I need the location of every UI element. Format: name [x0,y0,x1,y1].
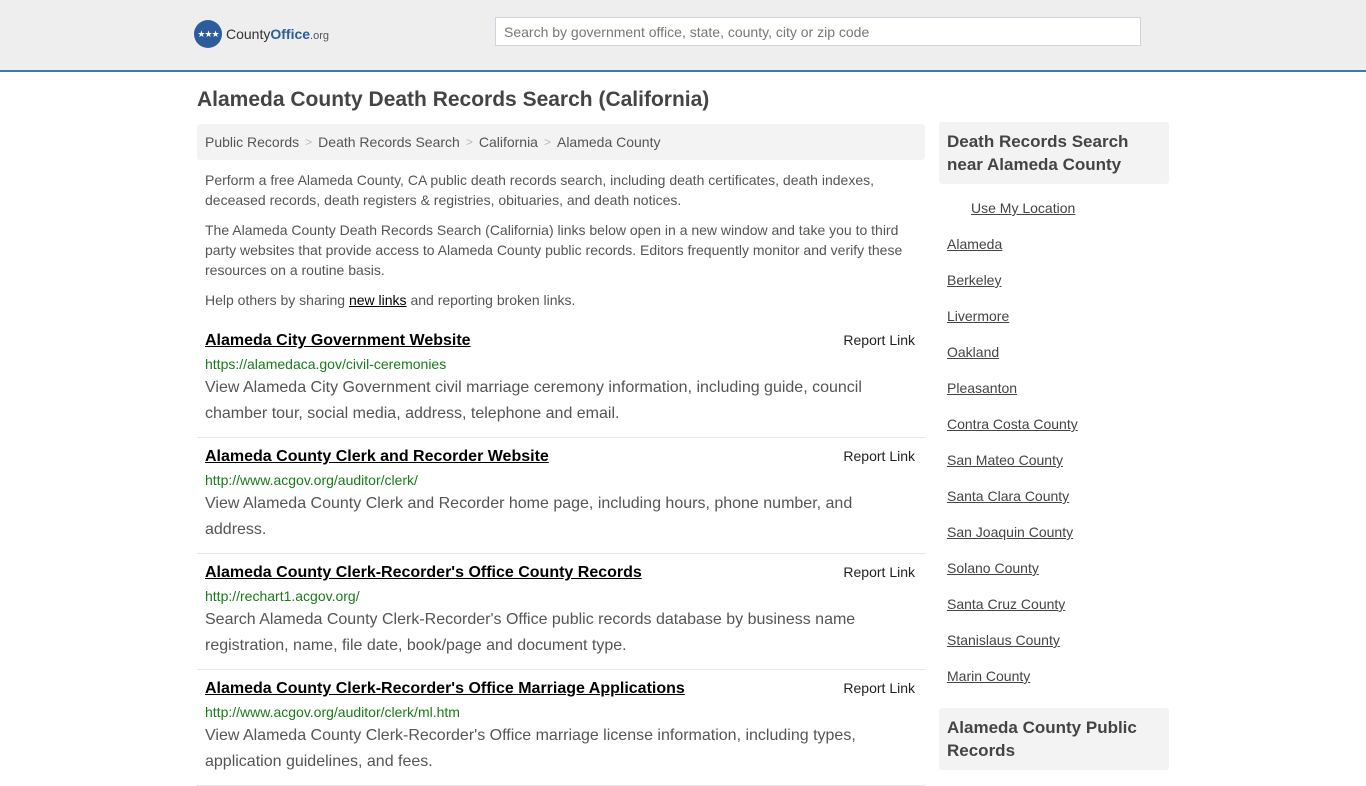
nearby-link[interactable]: Berkeley [947,272,1161,308]
breadcrumb-public-records[interactable]: Public Records [205,134,299,150]
logo-text: CountyOffice.org [226,26,330,42]
nearby-link[interactable]: San Mateo County [947,452,1161,488]
nearby-list: Use My Location Alameda Berkeley Livermo… [939,184,1169,704]
use-my-location-link[interactable]: Use My Location [947,200,1161,236]
sidebar-heading: Death Records Search near Alameda County [939,122,1169,184]
nearby-link[interactable]: Pleasanton [947,380,1161,416]
intro-paragraph: Perform a free Alameda County, CA public… [205,172,874,208]
sidebar-heading-public-records: Alameda County Public Records [939,708,1169,770]
listing-item: Alameda County Clerk-Recorder's Office M… [197,670,925,786]
breadcrumb-separator: > [305,135,313,149]
intro-text: Perform a free Alameda County, CA public… [197,170,925,310]
nearby-link[interactable]: Livermore [947,308,1161,344]
listing-title[interactable]: Alameda County Clerk-Recorder's Office M… [205,680,685,697]
nearby-link[interactable]: Marin County [947,668,1161,704]
listing-title[interactable]: Alameda City Government Website [205,332,471,349]
site-header: ★★★ CountyOffice.org [0,0,1366,72]
main-content: Public Records > Death Records Search > … [197,124,925,786]
listing-url: http://www.acgov.org/auditor/clerk/ml.ht… [205,704,460,720]
listing-item: Alameda County Clerk-Recorder's Office C… [197,554,925,670]
breadcrumb-california[interactable]: California [479,134,538,150]
breadcrumb-alameda-county[interactable]: Alameda County [557,134,661,150]
nearby-link[interactable]: Solano County [947,560,1161,596]
breadcrumb-death-records[interactable]: Death Records Search [318,134,460,150]
listing-url: http://www.acgov.org/auditor/clerk/ [205,472,418,488]
report-link[interactable]: Report Link [843,448,915,464]
page-title: Alameda County Death Records Search (Cal… [197,88,710,111]
listing-description: Search Alameda County Clerk-Recorder's O… [205,611,856,654]
intro-paragraph: The Alameda County Death Records Search … [205,222,903,278]
breadcrumb-separator: > [465,135,473,149]
listing-description: View Alameda County Clerk and Recorder h… [205,495,853,538]
report-link[interactable]: Report Link [843,332,915,348]
breadcrumb: Public Records > Death Records Search > … [197,124,925,160]
listing-url: http://rechart1.acgov.org/ [205,588,360,604]
report-link[interactable]: Report Link [843,680,915,696]
breadcrumb-separator: > [543,135,551,149]
share-note: Help others by sharing new links and rep… [205,292,576,308]
listing-url: https://alamedaca.gov/civil-ceremonies [205,356,447,372]
nearby-link[interactable]: San Joaquin County [947,524,1161,560]
listings: Alameda City Government Website Report L… [197,322,925,786]
nearby-link[interactable]: Contra Costa County [947,416,1161,452]
report-link[interactable]: Report Link [843,564,915,580]
nearby-link[interactable]: Santa Cruz County [947,596,1161,632]
search-input[interactable] [496,18,1140,45]
nearby-link[interactable]: Santa Clara County [947,488,1161,524]
listing-description: View Alameda County Clerk-Recorder's Off… [205,727,856,770]
eagle-stars-icon: ★★★ [194,20,222,48]
sidebar: Death Records Search near Alameda County… [939,122,1169,770]
nearby-link[interactable]: Oakland [947,344,1161,380]
listing-title[interactable]: Alameda County Clerk and Recorder Websit… [205,448,549,465]
listing-title[interactable]: Alameda County Clerk-Recorder's Office C… [205,564,642,581]
site-logo[interactable]: ★★★ CountyOffice.org [194,20,329,48]
new-links-link[interactable]: new links [349,292,407,308]
search-box[interactable] [495,17,1141,46]
listing-item: Alameda City Government Website Report L… [197,322,925,438]
listing-description: View Alameda City Government civil marri… [205,379,862,422]
nearby-link[interactable]: Stanislaus County [947,632,1161,668]
nearby-link[interactable]: Alameda [947,236,1161,272]
listing-item: Alameda County Clerk and Recorder Websit… [197,438,925,554]
